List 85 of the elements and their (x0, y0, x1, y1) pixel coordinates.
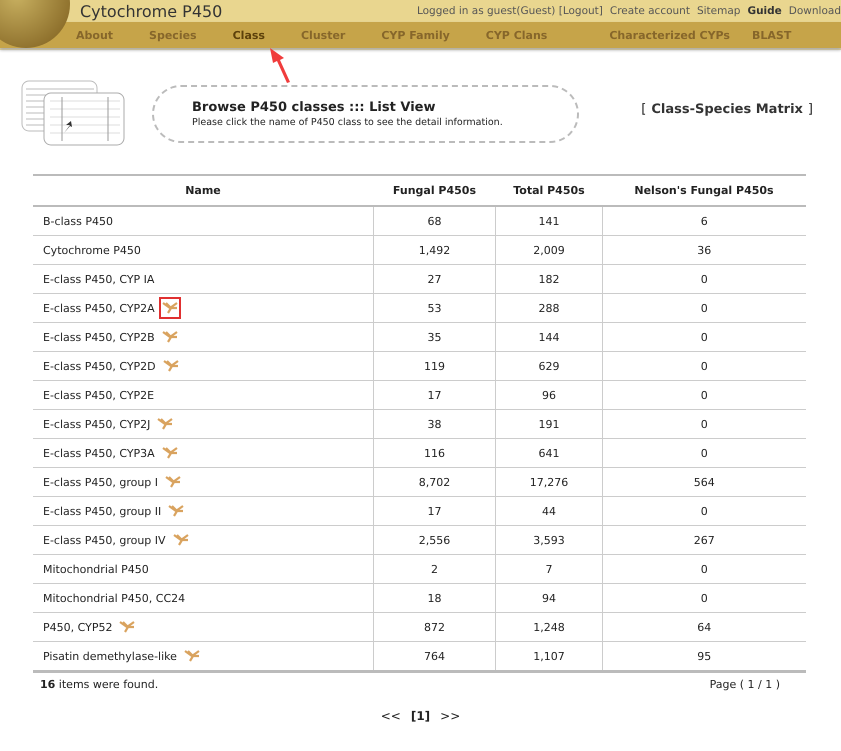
class-link[interactable]: E-class P450, CYP IA (43, 272, 154, 286)
table-cell: 629 (496, 352, 602, 380)
table-cell: 53 (373, 294, 496, 322)
header-link[interactable]: Create account (610, 5, 690, 17)
class-link[interactable]: Mitochondrial P450, CC24 (43, 592, 186, 604)
table-cell: 119 (373, 352, 496, 380)
page-link[interactable]: [1] (410, 709, 430, 723)
table-cell: 0 (602, 584, 806, 612)
class-link[interactable]: E-class P450, group I (43, 476, 158, 488)
column-header: Nelson's Fungal P450s (602, 175, 806, 206)
class-link[interactable]: E-class P450, group II (43, 504, 162, 518)
table-cell: 2 (373, 554, 496, 584)
class-link[interactable]: Cytochrome P450 (43, 244, 141, 256)
table-cell: 116 (373, 438, 496, 468)
table-cell: 872 (373, 612, 496, 642)
table-cell: 0 (602, 322, 806, 352)
table-cell: 0 (602, 264, 806, 294)
next-link[interactable]: >> (440, 709, 460, 723)
column-header: Total P450s (496, 175, 602, 206)
site-title: Cytochrome P450 (80, 2, 222, 22)
column-header: Name (33, 175, 373, 206)
header-link[interactable]: Logged in as guest(Guest) [Logout] (416, 5, 603, 17)
table-cell: 1,492 (373, 236, 496, 264)
table-cell: 3,593 (496, 526, 602, 554)
table-cell: 44 (496, 496, 602, 526)
table-cell: 64 (602, 612, 806, 642)
table-cell: 0 (602, 352, 806, 380)
header-link[interactable]: Guide (747, 5, 782, 17)
table-cell: 0 (602, 410, 806, 438)
table-cell: 267 (602, 526, 806, 554)
class-link[interactable]: P450, CYP52 (43, 620, 112, 634)
class-link[interactable]: E-class P450, CYP2J (43, 418, 150, 430)
class-link[interactable]: E-class P450, group IV (43, 534, 166, 546)
matrix-link[interactable]: Class-Species Matrix (651, 102, 803, 116)
header-link[interactable]: Download (788, 5, 841, 17)
table-cell: 27 (373, 264, 496, 294)
table-cell: 17,276 (496, 468, 602, 496)
class-link[interactable]: E-class P450, CYP3A (43, 446, 155, 460)
table-cell: 36 (602, 236, 806, 264)
table-cell: 764 (373, 642, 496, 672)
table-cell: 2,009 (496, 236, 602, 264)
class-link[interactable]: E-class P450, CYP2A (43, 302, 155, 314)
table-cell: 6 (602, 206, 806, 236)
header-link[interactable]: Sitemap (696, 5, 740, 17)
page-indicator: Page ( 1 / 1 ) (710, 678, 780, 691)
table-cell: 1,107 (496, 642, 602, 672)
column-header: Fungal P450s (373, 175, 496, 206)
table-cell: 17 (373, 380, 496, 410)
table-cell: 0 (602, 380, 806, 410)
class-link[interactable]: Pisatin demethylase-like (43, 650, 177, 662)
table-cell: 2,556 (373, 526, 496, 554)
table-cell: 94 (496, 584, 602, 612)
table-cell: 8,702 (373, 468, 496, 496)
result-count: 16 items were found. (40, 678, 158, 691)
table-cell: 182 (496, 264, 602, 294)
table-cell: 0 (602, 294, 806, 322)
class-link[interactable]: E-class P450, CYP2D (43, 360, 156, 372)
panel-title: Browse P450 classes ::: List View (192, 100, 436, 115)
table-cell: 96 (496, 380, 602, 410)
class-link[interactable]: Mitochondrial P450 (43, 562, 149, 576)
table-cell: 95 (602, 642, 806, 672)
bracket: [ (641, 102, 646, 116)
bracket: ] (808, 102, 813, 116)
table-cell: 141 (496, 206, 602, 236)
table-cell: 7 (496, 554, 602, 584)
table-cell: 288 (496, 294, 602, 322)
table-cell: 641 (496, 438, 602, 468)
table-cell: 18 (373, 584, 496, 612)
class-link[interactable]: E-class P450, CYP2B (43, 330, 155, 344)
prev-link[interactable]: << (380, 709, 401, 723)
table-cell: 38 (373, 410, 496, 438)
table-cell: 191 (496, 410, 602, 438)
table-cell: 0 (602, 496, 806, 526)
class-link[interactable]: E-class P450, CYP2E (43, 388, 154, 402)
table-cell: 35 (373, 322, 496, 352)
class-link[interactable]: B-class P450 (43, 214, 113, 228)
table-cell: 564 (602, 468, 806, 496)
table-cell: 68 (373, 206, 496, 236)
table-cell: 144 (496, 322, 602, 352)
table-cell: 0 (602, 438, 806, 468)
panel-subtitle: Please click the name of P450 class to see the detail information. (192, 117, 504, 128)
table-cell: 17 (373, 496, 496, 526)
nav-item[interactable]: Class (232, 28, 265, 42)
table-cell: 1,248 (496, 612, 602, 642)
table-cell: 0 (602, 554, 806, 584)
